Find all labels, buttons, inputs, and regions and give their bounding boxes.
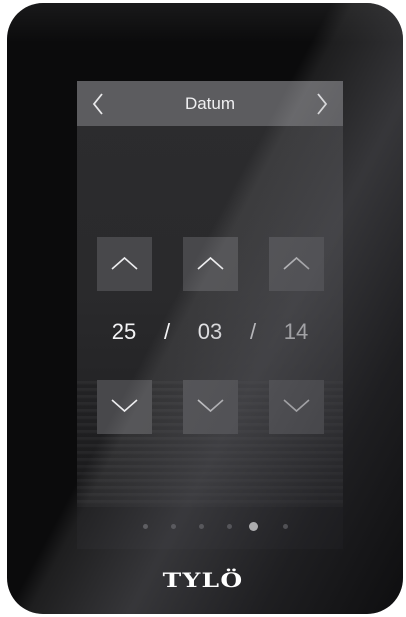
page-dot[interactable] xyxy=(171,524,176,529)
month-up-button[interactable] xyxy=(183,237,238,291)
bezel-shine xyxy=(7,3,403,43)
page-dot-active[interactable] xyxy=(249,522,258,531)
screen-header: Datum xyxy=(77,81,343,126)
chevron-down-icon xyxy=(283,399,310,413)
page-dot[interactable] xyxy=(143,524,148,529)
month-down-button[interactable] xyxy=(183,380,238,434)
page-title: Datum xyxy=(184,94,236,113)
touch-screen: Datum 25 / 03 / 14 xyxy=(77,81,343,549)
chevron-right-icon[interactable] xyxy=(307,87,337,119)
date-separator: / xyxy=(249,319,257,344)
page-indicator-bar xyxy=(77,507,343,549)
year-up-button[interactable] xyxy=(269,237,324,291)
day-up-button[interactable] xyxy=(97,237,152,291)
year-value: 14 xyxy=(283,319,309,344)
page-dot[interactable] xyxy=(227,524,232,529)
page-dot[interactable] xyxy=(283,524,288,529)
control-panel-device: Datum 25 / 03 / 14 xyxy=(7,3,403,614)
chevron-left-icon[interactable] xyxy=(83,87,113,119)
day-down-button[interactable] xyxy=(97,380,152,434)
chevron-down-icon xyxy=(111,399,138,413)
day-value: 25 xyxy=(111,319,137,344)
date-separator: / xyxy=(163,319,171,344)
chevron-up-icon xyxy=(111,256,138,270)
chevron-down-icon xyxy=(197,399,224,413)
month-value: 03 xyxy=(197,319,223,344)
year-down-button[interactable] xyxy=(269,380,324,434)
page-dot[interactable] xyxy=(199,524,204,529)
chevron-up-icon xyxy=(197,256,224,270)
brand-logo: TYLÖ xyxy=(162,568,244,592)
chevron-up-icon xyxy=(283,256,310,270)
date-display: 25 / 03 / 14 xyxy=(77,313,343,353)
